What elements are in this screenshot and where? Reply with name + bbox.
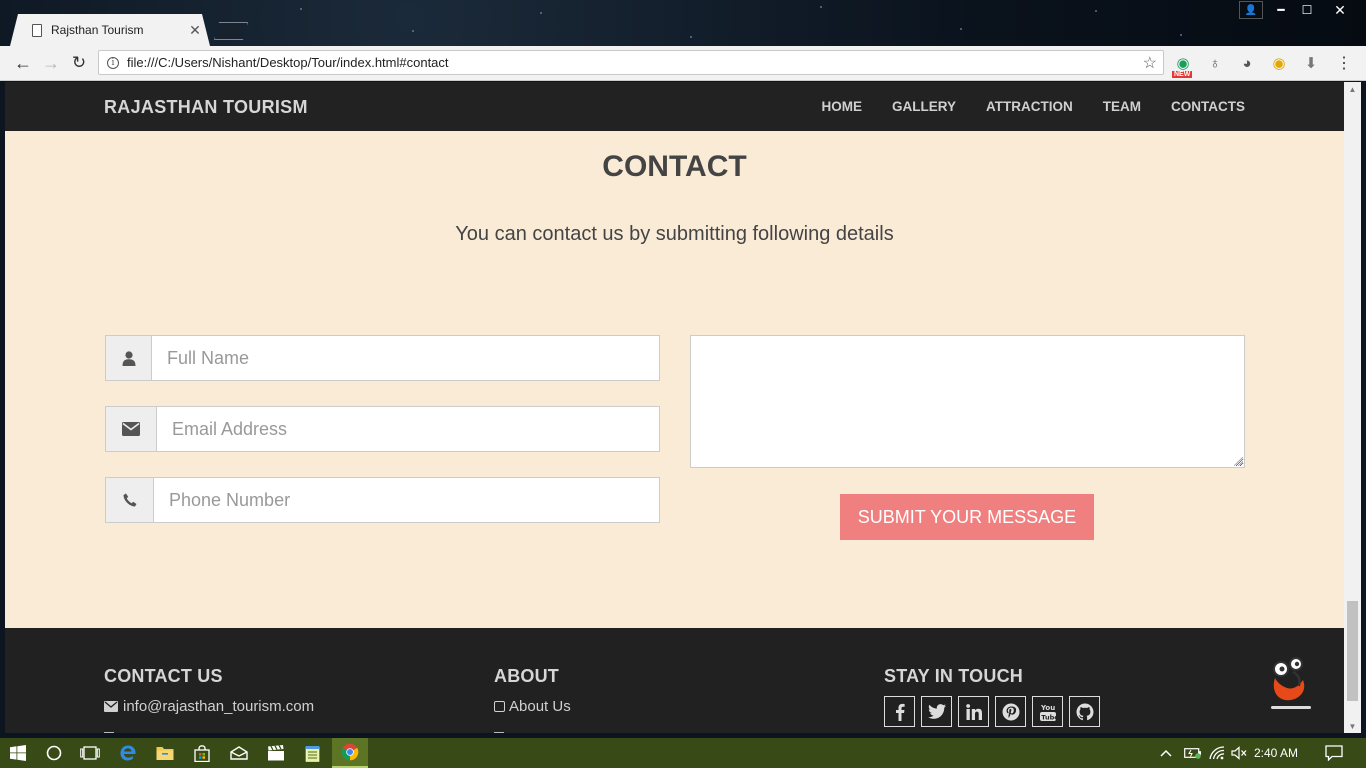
windows-start-icon[interactable] (0, 738, 36, 768)
nav-home[interactable]: HOME (822, 99, 863, 114)
eye-extension-icon[interactable]: ◉ (1268, 52, 1290, 74)
reload-icon[interactable]: ↻ (68, 52, 90, 74)
scrollbar-thumb[interactable] (1347, 601, 1358, 701)
youtube-icon[interactable]: You Tube (1032, 696, 1063, 727)
email-input[interactable] (157, 407, 659, 451)
nav-team[interactable]: TEAM (1103, 99, 1141, 114)
social-links: You Tube (884, 696, 1100, 727)
phone-field (105, 477, 660, 523)
nav-attraction[interactable]: ATTRACTION (986, 99, 1073, 114)
footer-contact-column: CONTACT US info@rajasthan_tourism.com (104, 666, 314, 715)
footer-about-line: About Us (494, 698, 571, 715)
volume-muted-icon[interactable] (1231, 738, 1247, 768)
footer-about-column: ABOUT About Us (494, 666, 571, 715)
movies-clapper-icon[interactable] (258, 738, 294, 768)
page-viewport: RAJASTHAN TOURISM HOME GALLERY ATTRACTIO… (5, 82, 1344, 733)
browser-tab[interactable]: Rajsthan Tourism ✕ (10, 14, 210, 46)
chrome-icon[interactable] (332, 738, 368, 768)
new-tab-fill (215, 23, 247, 39)
page-icon (32, 23, 42, 37)
url-text[interactable]: file:///C:/Users/Nishant/Desktop/Tour/in… (127, 55, 1143, 70)
footer-email[interactable]: info@rajasthan_tourism.com (123, 698, 314, 715)
phone-input[interactable] (154, 478, 659, 522)
show-hidden-icons-chevron-icon[interactable] (1160, 738, 1172, 768)
scroll-down-arrow-icon[interactable]: ▼ (1344, 719, 1361, 733)
nav-gallery[interactable]: GALLERY (892, 99, 956, 114)
back-arrow-icon[interactable]: ← (12, 52, 34, 74)
footer-contact-heading: CONTACT US (104, 666, 223, 686)
profile-icon[interactable]: 👤 (1239, 1, 1263, 19)
contact-title: CONTACT (602, 150, 747, 183)
svg-text:Tube: Tube (1041, 713, 1057, 721)
phone-icon (106, 478, 154, 522)
svg-text:You: You (1040, 704, 1055, 712)
site-menu: HOME GALLERY ATTRACTION TEAM CONTACTS (822, 99, 1246, 114)
user-icon (106, 336, 152, 380)
facebook-icon[interactable] (884, 696, 915, 727)
footer-about-link[interactable]: About Us (509, 698, 571, 715)
twitter-icon[interactable] (921, 696, 952, 727)
footer-stay-column: STAY IN TOUCH You Tube (884, 666, 1100, 727)
window-edge-right (1361, 82, 1366, 733)
scroll-up-arrow-icon[interactable]: ▲ (1344, 82, 1361, 96)
footer-about-heading: ABOUT (494, 666, 559, 686)
full-name-input[interactable] (152, 336, 659, 380)
mail-icon[interactable] (221, 738, 257, 768)
footer-stay-heading: STAY IN TOUCH (884, 666, 1023, 686)
site-brand[interactable]: RAJASTHAN TOURISM (104, 97, 308, 118)
tab-title: Rajsthan Tourism (51, 23, 144, 37)
envelope-icon (106, 407, 157, 451)
maximize-button[interactable]: ☐ (1296, 0, 1318, 20)
tab-close-icon[interactable]: ✕ (180, 22, 210, 39)
site-footer: CONTACT US info@rajasthan_tourism.com AB… (5, 628, 1344, 733)
bookmark-star-icon[interactable]: ☆ (1143, 53, 1157, 73)
contact-subtitle: You can contact us by submitting followi… (455, 223, 894, 245)
footer-email-line: info@rajasthan_tourism.com (104, 698, 314, 715)
envelope-icon (104, 699, 118, 715)
file-explorer-icon[interactable] (147, 738, 183, 768)
battery-icon[interactable] (1184, 738, 1202, 768)
github-icon[interactable] (1069, 696, 1100, 727)
taskbar-clock[interactable]: 2:40 AM (1254, 746, 1298, 760)
search-circle-icon[interactable] (36, 738, 72, 768)
pinterest-icon[interactable] (995, 696, 1026, 727)
nav-contacts[interactable]: CONTACTS (1171, 99, 1245, 114)
info-icon[interactable]: i (107, 56, 119, 69)
site-navbar: RAJASTHAN TOURISM HOME GALLERY ATTRACTIO… (5, 82, 1344, 131)
windows-taskbar: 2:40 AM (0, 738, 1366, 768)
square-icon (494, 701, 505, 712)
palette-extension-icon[interactable]: ◕ (1236, 52, 1258, 74)
store-bag-icon[interactable] (184, 738, 220, 768)
message-textarea[interactable] (690, 335, 1245, 468)
browser-menu-icon[interactable]: ⋮ (1333, 52, 1355, 74)
footer-partial-icon (494, 732, 504, 733)
linkedin-icon[interactable] (958, 696, 989, 727)
notepad-icon[interactable] (295, 738, 331, 768)
grammar-extension-icon[interactable]: ◉ NEW (1172, 52, 1194, 78)
download-extension-icon[interactable]: ⬇ (1300, 52, 1322, 74)
address-bar[interactable]: i file:///C:/Users/Nishant/Desktop/Tour/… (98, 50, 1164, 75)
wifi-icon[interactable] (1209, 738, 1225, 768)
email-field (105, 406, 660, 452)
forward-arrow-icon[interactable]: → (40, 52, 62, 74)
new-badge: NEW (1172, 71, 1193, 78)
edge-browser-icon[interactable] (110, 738, 146, 768)
full-name-field (105, 335, 660, 381)
minimize-button[interactable]: ━ (1270, 0, 1292, 20)
action-center-icon[interactable] (1325, 738, 1343, 768)
bulb-extension-icon[interactable]: ♁ (1204, 52, 1226, 74)
window-close-button[interactable]: ✕ (1326, 0, 1354, 20)
footer-partial-icon (104, 732, 114, 733)
submit-message-button[interactable]: SUBMIT YOUR MESSAGE (840, 494, 1094, 540)
task-view-icon[interactable] (72, 738, 108, 768)
mascot-logo (1271, 657, 1311, 709)
browser-titlebar: Rajsthan Tourism ✕ 👤 ━ ☐ ✕ (0, 0, 1366, 46)
page-scrollbar[interactable]: ▲ ▼ (1344, 82, 1361, 733)
textarea-resize-handle[interactable] (1234, 457, 1243, 466)
